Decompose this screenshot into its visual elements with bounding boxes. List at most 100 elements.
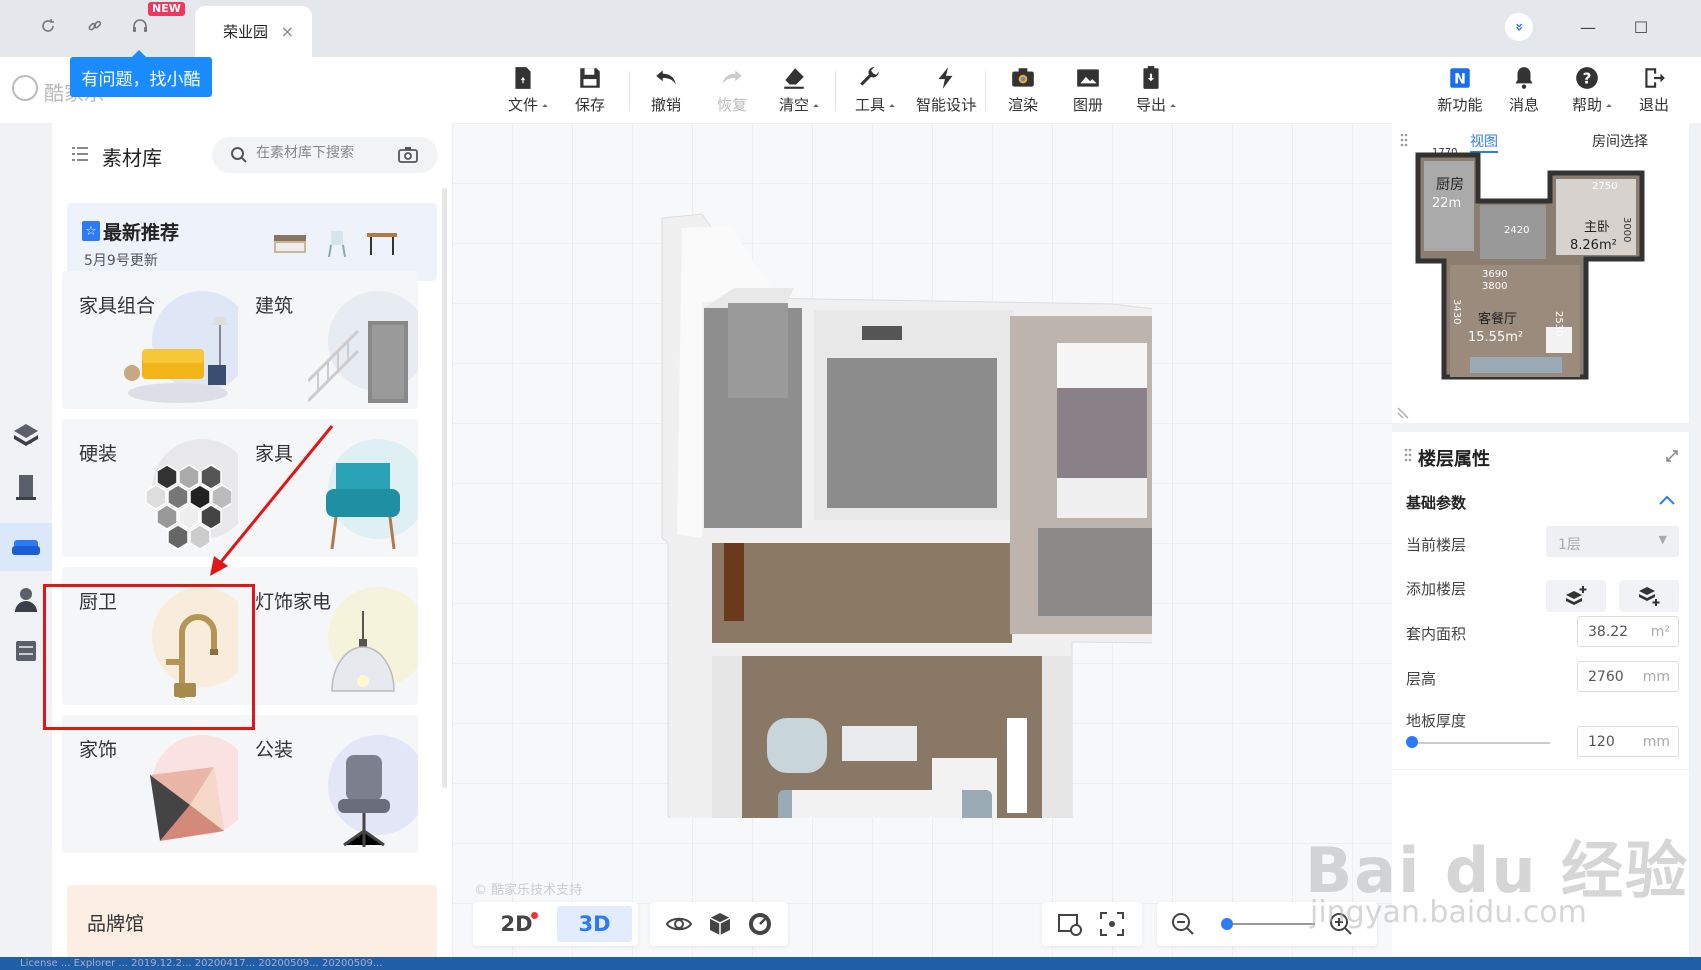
undo-button[interactable]: 撤销 [636,63,696,119]
inner-area-unit: m² [1650,624,1670,640]
camera-settings-icon[interactable] [1056,910,1084,938]
category-label: 家具组合 [79,295,156,317]
minimize-button[interactable]: — [1573,12,1603,42]
category-home-decor[interactable]: 家饰 [62,715,242,853]
recommend-date: 5月9号更新 [84,253,158,269]
drag-handle-icon[interactable] [1404,448,1412,462]
file-label: 文件 [507,96,538,114]
floor-thickness-field[interactable]: 120 mm [1577,726,1679,757]
collapse-toolbar-icon[interactable]: » [1505,13,1533,41]
export-button[interactable]: 导出 [1121,63,1181,119]
current-floor-label: 当前楼层 [1406,536,1467,554]
left-nav-cabinet[interactable] [0,627,52,675]
current-floor-select[interactable]: 1层 ▼ [1546,526,1679,557]
clear-button[interactable]: 清空 [764,63,824,119]
document-tab-label: 荣业园 [223,23,269,41]
zoom-out-icon[interactable] [1169,910,1197,938]
sofa-icon [12,540,40,555]
svg-text:主卧: 主卧 [1584,220,1610,235]
file-icon [515,67,531,89]
add-floor-above-button[interactable] [1546,580,1606,612]
chevron-up-icon[interactable] [1658,494,1676,506]
faucet-thumbnail-icon [166,614,218,698]
floor-thickness-slider-handle[interactable] [1406,736,1418,748]
left-nav-material-library[interactable] [0,523,52,571]
floor-height-unit: mm [1642,669,1670,685]
left-nav-user[interactable] [0,575,52,623]
svg-text:2420: 2420 [1504,225,1529,236]
svg-text:22m: 22m [1432,196,1461,211]
cube-icon[interactable] [706,910,734,938]
search-input[interactable] [256,145,386,161]
basic-params-header[interactable]: 基础参数 [1406,492,1466,513]
smart-design-button[interactable]: 智能设计 [910,63,982,119]
logo-icon [12,75,38,101]
close-tab-icon[interactable]: × [281,22,294,41]
view-2d-button[interactable]: 2D [479,906,554,942]
file-button[interactable]: 文件 [493,63,553,119]
drag-handle-icon[interactable] [1400,133,1408,147]
redo-icon [722,70,742,85]
document-tab[interactable]: 荣业园 × [195,6,312,57]
wrench-icon [860,67,879,86]
category-label: 公装 [255,739,294,761]
message-button[interactable]: 消息 [1494,63,1554,119]
clear-label: 清空 [778,96,809,114]
exit-button[interactable]: 退出 [1624,63,1684,119]
floor-plan-3d[interactable] [552,198,1152,818]
tech-support-label: © 酷家乐技术支持 [474,883,583,898]
left-nav-floorplan[interactable] [0,411,52,459]
list-icon[interactable] [72,147,88,161]
sofa-set-thumbnail-icon [124,317,228,403]
camera-icon [1012,68,1034,87]
save-label: 保存 [574,96,605,114]
album-button[interactable]: 图册 [1058,63,1118,119]
category-commercial[interactable]: 公装 [238,715,418,853]
resize-corner-icon[interactable] [1396,406,1410,420]
expand-icon[interactable] [1665,449,1679,463]
brand-hall-card[interactable]: 品牌馆 [67,885,437,960]
lightning-icon [938,67,953,89]
camera-search-icon[interactable] [398,145,418,165]
view-3d-button[interactable]: 3D [557,906,632,942]
zoom-slider-handle[interactable] [1221,918,1233,930]
layer-add-below-icon [1639,587,1660,606]
refresh-icon[interactable] [36,14,60,38]
layers-icon [14,424,38,446]
tab-bar: NEW 荣业园 × » — ☐ [0,0,1701,57]
add-floor-below-button[interactable] [1619,580,1679,612]
design-canvas[interactable]: © 酷家乐技术支持 2D 3D [452,123,1392,966]
recommend-title: 最新推荐 [103,222,180,244]
focus-icon[interactable] [1098,910,1126,938]
gauge-icon[interactable] [746,910,774,938]
save-button[interactable]: 保存 [560,63,620,119]
maximize-button[interactable]: ☐ [1626,12,1656,42]
floor-height-field[interactable]: 2760 mm [1577,661,1679,692]
link-icon[interactable] [83,14,107,38]
category-architecture[interactable]: 建筑 [238,271,418,409]
help-tooltip[interactable]: 有问题，找小酷 [70,50,212,97]
export-icon [1143,66,1159,89]
new-feature-button[interactable]: N 新功能 [1430,63,1490,119]
undo-label: 撤销 [650,96,681,114]
panel-scrollbar[interactable] [442,188,447,788]
svg-text:3805: 3805 [1502,381,1527,392]
render-button[interactable]: 渲染 [993,63,1053,119]
eye-icon[interactable] [665,910,693,938]
zoom-slider-track[interactable] [1225,923,1315,925]
minimap-floorplan[interactable]: 厨房 22m 主卧 8.26m² 客餐厅 15.55m² 1770 2420 2… [1414,143,1650,405]
headset-icon[interactable] [128,14,152,38]
tools-button[interactable]: 工具 [840,63,900,119]
inner-area-field[interactable]: 38.22 m² [1577,616,1679,647]
help-button[interactable]: ? 帮助 [1557,63,1617,119]
category-furniture-set[interactable]: 家具组合 [62,271,242,409]
category-kitchen-bath[interactable]: 厨卫 [62,567,242,705]
redo-button[interactable]: 恢复 [702,63,762,119]
material-search[interactable] [212,137,438,173]
bell-icon [1515,67,1533,89]
floor-thickness-slider-track[interactable] [1412,742,1550,744]
latest-recommend-card[interactable]: ☆ 最新推荐 5月9号更新 [67,203,437,281]
album-label: 图册 [1072,96,1103,114]
category-lighting-appliance[interactable]: 灯饰家电 [238,567,418,705]
left-nav-door[interactable] [0,463,52,511]
